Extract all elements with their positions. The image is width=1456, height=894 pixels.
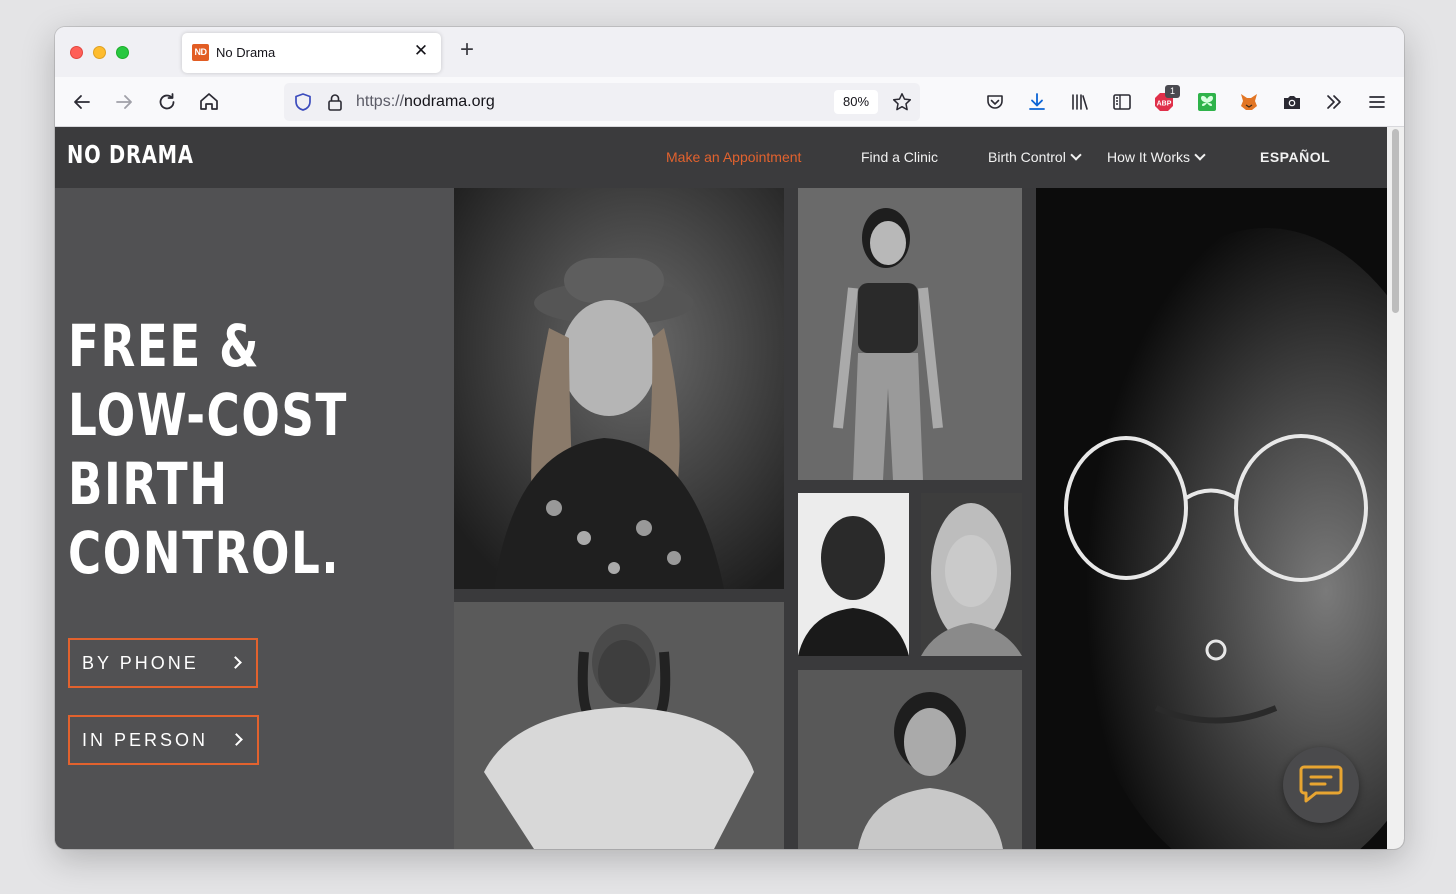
url-text[interactable]: https://nodrama.org <box>356 93 495 111</box>
nav-espanol[interactable]: ESPAÑOL <box>1260 149 1330 165</box>
back-arrow-icon[interactable] <box>69 89 95 115</box>
in-person-label: IN PERSON <box>82 730 209 750</box>
nav-make-appointment[interactable]: Make an Appointment <box>666 149 801 165</box>
star-icon[interactable] <box>891 91 913 113</box>
close-window-button[interactable] <box>70 46 83 59</box>
download-icon[interactable] <box>1026 91 1048 113</box>
chevron-right-icon <box>229 656 242 669</box>
browser-window: ND No Drama ✕ + https://nodrama.org 80% … <box>55 27 1404 849</box>
url-host: nodrama.org <box>404 93 495 110</box>
butterfly-icon[interactable] <box>1196 91 1218 113</box>
chevron-down-icon <box>1194 149 1206 161</box>
by-phone-label: BY PHONE <box>82 653 199 673</box>
portrait-woman-blonde <box>921 493 1022 656</box>
site-logo[interactable]: NO DRAMA <box>67 140 194 169</box>
new-tab-button[interactable]: + <box>455 38 479 63</box>
hero-panel: FREE & LOW-COST BIRTH CONTROL. BY PHONE … <box>55 188 454 849</box>
chat-button[interactable] <box>1283 747 1359 823</box>
close-tab-icon[interactable]: ✕ <box>411 41 431 61</box>
forward-arrow-icon[interactable] <box>111 89 137 115</box>
tab-strip: ND No Drama ✕ + <box>55 27 1404 77</box>
minimize-window-button[interactable] <box>93 46 106 59</box>
svg-text:ABP: ABP <box>1157 101 1172 108</box>
in-person-button[interactable]: IN PERSON <box>68 715 259 765</box>
chat-icon <box>1299 765 1343 803</box>
nav-find-clinic[interactable]: Find a Clinic <box>861 149 938 165</box>
by-phone-button[interactable]: BY PHONE <box>68 638 258 688</box>
favicon-icon: ND <box>192 44 209 61</box>
shield-icon[interactable] <box>292 91 314 113</box>
reload-icon[interactable] <box>154 89 180 115</box>
url-bar[interactable]: https://nodrama.org 80% <box>284 83 920 121</box>
portrait-woman-sweater <box>454 602 784 849</box>
tab-title: No Drama <box>216 45 276 60</box>
overflow-icon[interactable] <box>1323 91 1345 113</box>
camera-icon[interactable] <box>1281 91 1303 113</box>
hero-line-3: BIRTH <box>68 450 229 518</box>
chevron-down-icon <box>1070 149 1082 161</box>
site-header: NO DRAMA Make an Appointment Find a Clin… <box>55 127 1387 188</box>
hero-line-2: LOW-COST <box>68 381 348 449</box>
pocket-icon[interactable] <box>984 91 1006 113</box>
adblock-count-badge: 1 <box>1165 85 1180 98</box>
chevron-right-icon <box>230 733 243 746</box>
maximize-window-button[interactable] <box>116 46 129 59</box>
scrollbar-thumb[interactable] <box>1392 129 1399 313</box>
hero-line-1: FREE & <box>68 312 261 380</box>
library-icon[interactable] <box>1069 91 1091 113</box>
fox-icon[interactable] <box>1238 91 1260 113</box>
menu-icon[interactable] <box>1366 91 1388 113</box>
page-scrollbar[interactable] <box>1387 127 1404 849</box>
home-icon[interactable] <box>196 89 222 115</box>
navigation-toolbar: https://nodrama.org 80% ABP 1 <box>55 77 1404 127</box>
nav-how-it-works-label: How It Works <box>1107 149 1190 165</box>
nav-birth-control[interactable]: Birth Control <box>988 149 1082 165</box>
tab-no-drama[interactable]: ND No Drama ✕ <box>182 33 441 73</box>
hero-headline: FREE & LOW-COST BIRTH CONTROL. <box>68 312 348 588</box>
portrait-woman-tank-top <box>798 188 1022 480</box>
url-scheme: https:// <box>356 93 405 110</box>
page-viewport: NO DRAMA Make an Appointment Find a Clin… <box>55 127 1404 849</box>
nav-birth-control-label: Birth Control <box>988 149 1066 165</box>
hero-line-4: CONTROL. <box>68 519 341 587</box>
portrait-woman-hat <box>454 188 784 589</box>
sidebar-icon[interactable] <box>1111 91 1133 113</box>
portrait-woman-shaved <box>798 493 909 656</box>
lock-icon[interactable] <box>324 91 346 113</box>
portrait-woman-earrings <box>798 670 1022 849</box>
nav-how-it-works[interactable]: How It Works <box>1107 149 1206 165</box>
zoom-level-button[interactable]: 80% <box>834 90 878 114</box>
